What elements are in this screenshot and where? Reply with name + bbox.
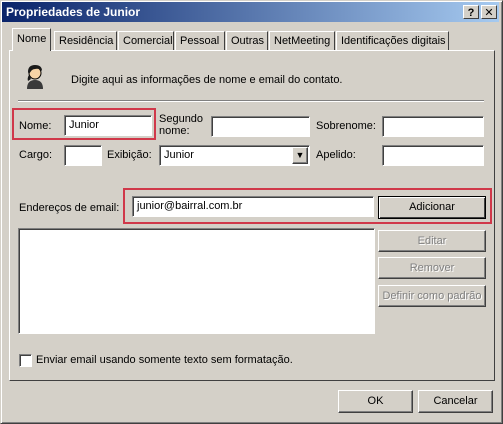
cargo-label: Cargo: [19, 149, 53, 161]
cargo-field[interactable] [64, 145, 102, 166]
title-bar[interactable]: Propriedades de Junior ? ✕ [2, 2, 499, 22]
window-title: Propriedades de Junior [6, 5, 141, 19]
sobrenome-field[interactable] [382, 116, 484, 137]
separator [18, 100, 484, 102]
tab-netmeeting[interactable]: NetMeeting [269, 31, 335, 50]
segundo-label-line1: Segundo [159, 113, 204, 125]
sobrenome-label: Sobrenome: [316, 120, 376, 132]
tab-nome[interactable]: Nome [12, 28, 51, 51]
tab-outras[interactable]: Outras [226, 31, 268, 50]
segundo-nome-field[interactable] [211, 116, 310, 137]
exibicao-value: Junior [164, 149, 194, 161]
help-button[interactable]: ? [463, 5, 479, 19]
cancel-button[interactable]: Cancelar [418, 390, 493, 413]
edit-email-button[interactable]: Editar [378, 230, 486, 252]
plaintext-checkbox[interactable] [19, 354, 32, 367]
email-field[interactable]: junior@bairral.com.br [132, 196, 374, 217]
add-email-button[interactable]: Adicionar [378, 196, 486, 219]
exibicao-label: Exibição: [107, 149, 152, 161]
hint-text: Digite aqui as informações de nome e ema… [71, 74, 343, 86]
tab-residencia[interactable]: Residência [54, 31, 117, 50]
set-default-email-button[interactable]: Definir como padrão [378, 285, 486, 307]
remove-email-button[interactable]: Remover [378, 257, 486, 279]
segundo-label-line2: nome: [159, 125, 190, 137]
tab-pessoal[interactable]: Pessoal [175, 31, 225, 50]
email-label: Endereços de email: [19, 202, 120, 214]
plaintext-checkbox-label: Enviar email usando somente texto sem fo… [36, 354, 293, 366]
contact-person-icon [22, 62, 48, 92]
email-list[interactable] [18, 228, 375, 334]
exibicao-select[interactable]: Junior [159, 145, 310, 166]
tab-identificacoes[interactable]: Identificações digitais [336, 31, 449, 50]
segundo-nome-label: Segundo nome: [159, 113, 203, 137]
tab-comercial[interactable]: Comercial [118, 31, 174, 50]
nome-label: Nome: [19, 120, 52, 132]
apelido-label: Apelido: [316, 149, 356, 161]
chevron-down-icon[interactable]: ▼ [292, 147, 308, 164]
apelido-field[interactable] [382, 145, 484, 166]
nome-field[interactable]: Junior [64, 115, 152, 136]
ok-button[interactable]: OK [338, 390, 413, 413]
close-button[interactable]: ✕ [481, 5, 497, 19]
